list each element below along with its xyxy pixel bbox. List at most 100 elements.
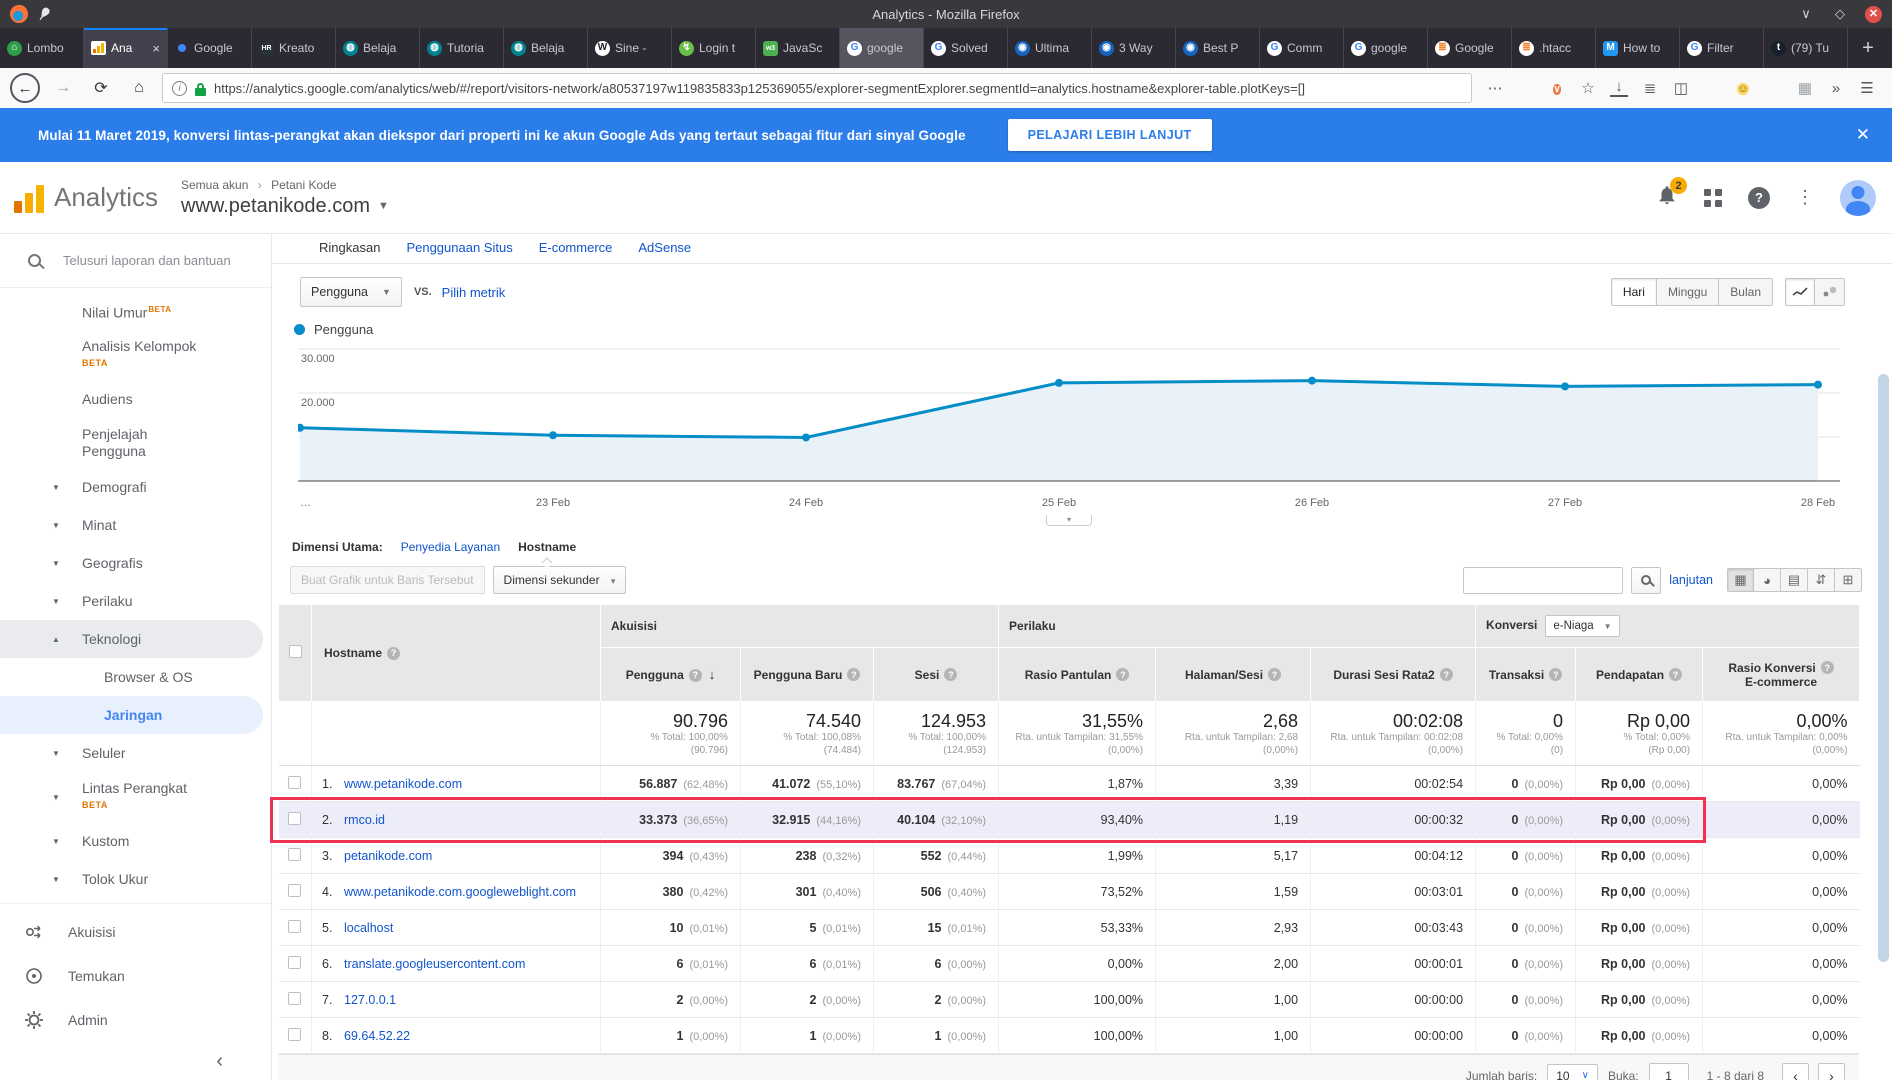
chart-point[interactable] bbox=[802, 433, 810, 441]
prev-page-button[interactable]: ‹ bbox=[1782, 1063, 1809, 1080]
new-tab-button[interactable]: + bbox=[1848, 28, 1888, 68]
sidebar-item-analisis-kelompok[interactable]: Analisis KelompokBETA bbox=[0, 330, 271, 380]
browser-tab[interactable]: ≣.htacc bbox=[1512, 28, 1596, 68]
table-search-button[interactable] bbox=[1631, 567, 1661, 594]
sidebar-item-nilai-umur[interactable]: Nilai UmurBETA bbox=[0, 292, 271, 330]
back-button[interactable]: ← bbox=[10, 73, 40, 103]
granularity-minggu-button[interactable]: Minggu bbox=[1657, 278, 1719, 306]
breadcrumb[interactable]: Semua akun › Petani Kode bbox=[181, 178, 389, 192]
library-icon[interactable]: ≣ bbox=[1641, 81, 1659, 96]
help-tooltip-icon[interactable]: ? bbox=[1549, 668, 1562, 681]
help-tooltip-icon[interactable]: ? bbox=[944, 668, 957, 681]
browser-tab[interactable]: ◍Belaja bbox=[504, 28, 588, 68]
granularity-hari-button[interactable]: Hari bbox=[1611, 278, 1657, 306]
sidebar-item-tolok-ukur[interactable]: ▼Tolok Ukur bbox=[0, 860, 271, 898]
help-tooltip-icon[interactable]: ? bbox=[1268, 668, 1281, 681]
bookmark-star-icon[interactable]: ☆ bbox=[1579, 81, 1597, 96]
browser-tab[interactable]: ≣Google bbox=[1428, 28, 1512, 68]
column-header-pendapatan[interactable]: Pendapatan? bbox=[1576, 648, 1703, 702]
browser-tab[interactable]: ◉3 Way bbox=[1092, 28, 1176, 68]
help-tooltip-icon[interactable]: ? bbox=[387, 647, 400, 660]
sort-descending-icon[interactable]: ↓ bbox=[709, 667, 716, 682]
sidebar-item-minat[interactable]: ▼Minat bbox=[0, 506, 271, 544]
apps-grid-icon[interactable] bbox=[1704, 189, 1722, 207]
minimize-button[interactable]: ∨ bbox=[1797, 6, 1815, 22]
motion-chart-mode-icon[interactable] bbox=[1815, 278, 1845, 306]
browser-tab[interactable]: HRKreato bbox=[252, 28, 336, 68]
sidebar-item-perilaku[interactable]: ▼Perilaku bbox=[0, 582, 271, 620]
hostname-link[interactable]: petanikode.com bbox=[344, 849, 432, 863]
chart-point[interactable] bbox=[1814, 381, 1822, 389]
metric-select[interactable]: Pengguna ▼ bbox=[300, 277, 402, 307]
column-header-durasi-sesi-rata2[interactable]: Durasi Sesi Rata2? bbox=[1311, 648, 1476, 702]
download-icon[interactable]: ↓ bbox=[1610, 79, 1628, 97]
plot-rows-button[interactable]: Buat Grafik untuk Baris Tersebut bbox=[290, 566, 485, 594]
hostname-link[interactable]: localhost bbox=[344, 921, 393, 935]
browser-tab[interactable]: ↯Login t bbox=[672, 28, 756, 68]
close-window-button[interactable]: ✕ bbox=[1865, 6, 1882, 23]
tab-adsense[interactable]: AdSense bbox=[638, 240, 691, 255]
secondary-dimension-button[interactable]: Dimensi sekunder ▾ bbox=[493, 566, 627, 594]
maximize-button[interactable]: ◇ bbox=[1831, 6, 1849, 22]
column-header-pengguna[interactable]: Pengguna?↓ bbox=[601, 648, 741, 702]
browser-tab[interactable]: Google bbox=[168, 28, 252, 68]
hostname-link[interactable]: rmco.id bbox=[344, 813, 385, 827]
dimension-option-penyedia-layanan[interactable]: Penyedia Layanan bbox=[401, 540, 500, 554]
column-header-transaksi[interactable]: Transaksi? bbox=[1476, 648, 1576, 702]
help-tooltip-icon[interactable]: ? bbox=[1669, 668, 1682, 681]
help-tooltip-icon[interactable]: ? bbox=[847, 668, 860, 681]
chart-point[interactable] bbox=[1055, 379, 1063, 387]
row-checkbox[interactable] bbox=[288, 848, 301, 861]
browser-tab[interactable]: ◍Tutoria bbox=[420, 28, 504, 68]
browser-tab[interactable]: GSolved bbox=[924, 28, 1008, 68]
help-tooltip-icon[interactable]: ? bbox=[1821, 661, 1834, 674]
granularity-bulan-button[interactable]: Bulan bbox=[1719, 278, 1773, 306]
browser-tab[interactable]: Ggoogle bbox=[840, 28, 924, 68]
breadcrumb-account[interactable]: Semua akun bbox=[181, 178, 248, 192]
pick-metric-link[interactable]: Pilih metrik bbox=[442, 285, 506, 300]
sidebar-item-browser-os[interactable]: Browser & OS bbox=[0, 658, 271, 696]
hostname-link[interactable]: 69.64.52.22 bbox=[344, 1029, 410, 1043]
sidebar-item-admin[interactable]: Admin bbox=[0, 998, 271, 1042]
sidebar-item-temukan[interactable]: Temukan bbox=[0, 954, 271, 998]
avatar[interactable] bbox=[1840, 180, 1876, 216]
property-name[interactable]: www.petanikode.com bbox=[181, 195, 370, 218]
sidebar-item-demografi[interactable]: ▼Demografi bbox=[0, 468, 271, 506]
sidebar-search[interactable]: Telusuri laporan dan bantuan bbox=[0, 234, 271, 288]
browser-tab[interactable]: ◉Best P bbox=[1176, 28, 1260, 68]
pocket-icon[interactable]: ∨ bbox=[1548, 80, 1566, 97]
tab-ringkasan[interactable]: Ringkasan bbox=[319, 240, 380, 255]
chart-point[interactable] bbox=[1308, 377, 1316, 385]
row-checkbox[interactable] bbox=[288, 812, 301, 825]
property-selector[interactable]: www.petanikode.com ▼ bbox=[181, 195, 389, 218]
browser-tab[interactable]: t(79) Tu bbox=[1764, 28, 1848, 68]
reload-button[interactable]: ⟳ bbox=[86, 73, 116, 103]
chart-point[interactable] bbox=[549, 431, 557, 439]
browser-tab[interactable]: WSine - bbox=[588, 28, 672, 68]
overflow-chevron-icon[interactable]: » bbox=[1827, 81, 1845, 96]
home-button[interactable]: ⌂ bbox=[124, 73, 154, 103]
column-header-halaman-sesi[interactable]: Halaman/Sesi? bbox=[1156, 648, 1311, 702]
select-all-checkbox[interactable] bbox=[289, 645, 302, 658]
sidebar-item-kustom[interactable]: ▼Kustom bbox=[0, 822, 271, 860]
browser-tab[interactable]: ◉Ultima bbox=[1008, 28, 1092, 68]
notifications-bell-icon[interactable]: 2 bbox=[1656, 184, 1678, 211]
browser-tab[interactable]: Ggoogle bbox=[1344, 28, 1428, 68]
browser-tab[interactable]: Ana× bbox=[84, 28, 168, 68]
breadcrumb-entity[interactable]: Petani Kode bbox=[271, 178, 336, 192]
row-checkbox[interactable] bbox=[288, 956, 301, 969]
help-tooltip-icon[interactable]: ? bbox=[689, 669, 702, 682]
browser-tab[interactable]: MHow to bbox=[1596, 28, 1680, 68]
sidebar-item-geografis[interactable]: ▼Geografis bbox=[0, 544, 271, 582]
tab-penggunaan-situs[interactable]: Penggunaan Situs bbox=[406, 240, 512, 255]
tab-close-icon[interactable]: × bbox=[152, 41, 160, 56]
browser-tab[interactable]: ◍Belaja bbox=[336, 28, 420, 68]
browser-tab[interactable]: GComm bbox=[1260, 28, 1344, 68]
page-info-icon[interactable]: i bbox=[172, 81, 187, 96]
rows-per-page-select[interactable]: 10 ∨ bbox=[1547, 1064, 1598, 1080]
sidebar-item-seluler[interactable]: ▼Seluler bbox=[0, 734, 271, 772]
sidebar-item-penjelajah-pengguna[interactable]: PenjelajahPengguna bbox=[0, 418, 271, 468]
forward-button[interactable]: → bbox=[48, 73, 78, 103]
column-header-rasio-pantulan[interactable]: Rasio Pantulan? bbox=[999, 648, 1156, 702]
page-actions-icon[interactable]: ⋯ bbox=[1486, 81, 1504, 96]
